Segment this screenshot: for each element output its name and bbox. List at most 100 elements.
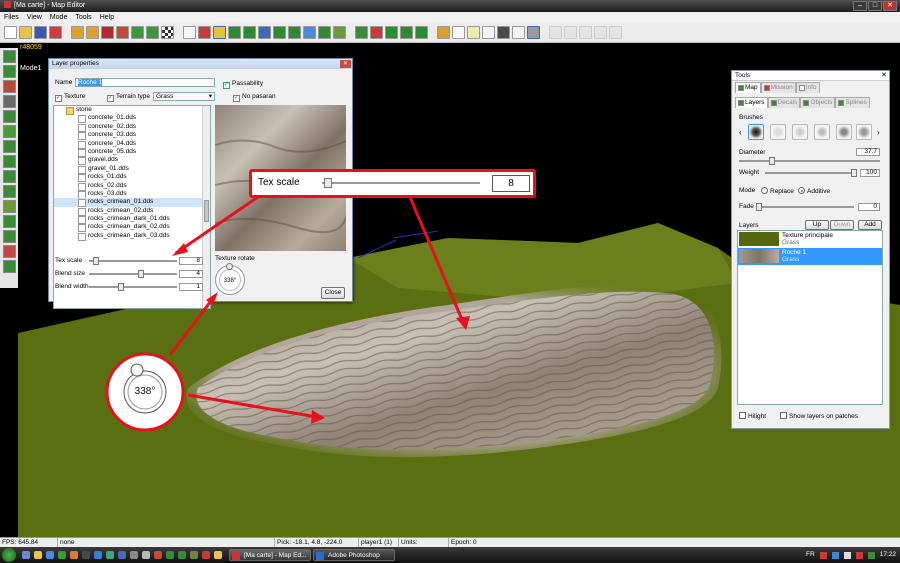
hilight-checkbox[interactable]: Hilight — [739, 412, 766, 420]
weight-value[interactable]: 100 — [860, 169, 880, 177]
grass-tool-icon[interactable] — [2, 125, 16, 138]
language-indicator[interactable]: FR — [806, 547, 815, 563]
flag-icon[interactable] — [819, 551, 827, 559]
explorer-icon[interactable] — [34, 551, 42, 559]
fence-tool-icon[interactable] — [333, 26, 346, 39]
tree-item[interactable]: concrete_05.dds — [54, 148, 210, 158]
building-tool-icon[interactable] — [273, 26, 286, 39]
bridge-tool-icon[interactable] — [318, 26, 331, 39]
app-6-icon[interactable] — [166, 551, 174, 559]
menu-files[interactable]: Files — [4, 12, 19, 23]
tree-tool-icon[interactable] — [228, 26, 241, 39]
fade-slider[interactable] — [756, 203, 854, 211]
add-layer-button[interactable]: Add — [858, 220, 882, 230]
tex-scale-slider-thumb[interactable] — [93, 257, 100, 265]
mail-icon[interactable] — [46, 551, 54, 559]
flatten-tool-icon[interactable] — [2, 155, 16, 168]
fade-slider-thumb[interactable] — [756, 203, 762, 211]
tree-item[interactable]: rocks_crimean_dark_02.dds — [54, 223, 210, 233]
layer-row-roche-1[interactable]: Roche 1 Grass — [738, 248, 882, 265]
security-icon[interactable] — [855, 551, 863, 559]
tex-scale-slider[interactable] — [89, 257, 177, 265]
bug-icon[interactable] — [497, 26, 510, 39]
app-1-icon[interactable] — [106, 551, 114, 559]
menu-tools[interactable]: Tools — [75, 12, 91, 23]
diameter-slider[interactable] — [739, 157, 880, 165]
brush-noise-icon[interactable] — [814, 124, 830, 140]
firefox-icon[interactable] — [70, 551, 78, 559]
noise-tool-icon[interactable] — [2, 170, 16, 183]
blend-width-slider[interactable] — [89, 283, 177, 291]
chat-icon[interactable] — [82, 551, 90, 559]
export-icon[interactable] — [437, 26, 450, 39]
water-tool-icon[interactable] — [258, 26, 271, 39]
close-button[interactable]: Close — [321, 287, 345, 299]
grid-view-icon[interactable] — [2, 110, 16, 123]
weight-slider[interactable] — [739, 169, 857, 177]
terrain-tool-icon[interactable] — [131, 26, 144, 39]
trigger-tool-icon[interactable] — [370, 26, 383, 39]
app-5-icon[interactable] — [154, 551, 162, 559]
ramp-tool-icon[interactable] — [2, 215, 16, 228]
blend-width-value[interactable]: 1 — [179, 283, 203, 291]
delete-icon[interactable] — [49, 26, 62, 39]
terrain-type-select[interactable]: Grass ▾ — [153, 92, 215, 101]
tools-close-icon[interactable]: ✕ — [881, 71, 887, 81]
new-file-icon[interactable] — [4, 26, 17, 39]
app-7-icon[interactable] — [178, 551, 186, 559]
layers-list[interactable]: Texture principale Grass Roche 1 Grass — [737, 230, 883, 405]
layer-row-texture-principale[interactable]: Texture principale Grass — [738, 231, 882, 248]
checker-tool-icon[interactable] — [161, 26, 174, 39]
app-10-icon[interactable] — [214, 551, 222, 559]
tree-item[interactable]: rocks_03.dds — [54, 190, 210, 200]
smooth-tool-icon[interactable] — [2, 140, 16, 153]
forest-tool-icon[interactable] — [288, 26, 301, 39]
app-2-icon[interactable] — [118, 551, 126, 559]
subtab-layers[interactable]: Layers — [735, 97, 768, 108]
road-tool-icon[interactable] — [243, 26, 256, 39]
plant-tool-icon[interactable] — [2, 230, 16, 243]
tree-item[interactable]: concrete_01.dds — [54, 114, 210, 124]
texture-rotate-dial[interactable]: 338° — [215, 263, 245, 295]
erosion-tool-icon[interactable] — [2, 185, 16, 198]
blend-size-value[interactable]: 4 — [179, 270, 203, 278]
show-layers-checkbox[interactable]: Show layers on patches — [780, 412, 858, 420]
texture-checkbox[interactable]: ✓ Texture — [55, 93, 85, 102]
brush-rock-icon[interactable] — [856, 124, 872, 140]
tree-item[interactable]: gravel_01.dds — [54, 165, 210, 175]
rotate-handle[interactable] — [226, 263, 233, 270]
brush-soft-round-icon[interactable] — [748, 124, 764, 140]
note-icon[interactable] — [467, 26, 480, 39]
path-tool-icon[interactable] — [415, 26, 428, 39]
layer-tool-icon[interactable] — [2, 50, 16, 63]
close-window-button[interactable]: ✕ — [883, 1, 897, 11]
start-button[interactable] — [2, 548, 16, 562]
media-icon[interactable] — [58, 551, 66, 559]
brush-hard-icon[interactable] — [770, 124, 786, 140]
app-4-icon[interactable] — [142, 551, 150, 559]
volume-icon[interactable] — [843, 551, 851, 559]
brush-next-icon[interactable]: › — [877, 128, 880, 137]
app-9-icon[interactable] — [202, 551, 210, 559]
undo-icon[interactable] — [71, 26, 84, 39]
subtab-decals[interactable]: Decals — [767, 97, 801, 108]
app-3-icon[interactable] — [130, 551, 138, 559]
tree-item[interactable]: rocks_crimean_02.dds — [54, 207, 210, 217]
open-folder-icon[interactable] — [19, 26, 32, 39]
minimize-button[interactable]: – — [853, 1, 867, 11]
pick-tool-icon[interactable] — [101, 26, 114, 39]
task-photoshop[interactable]: Adobe Photoshop — [313, 549, 395, 561]
heart-icon[interactable] — [198, 26, 211, 39]
blend-size-slider-thumb[interactable] — [138, 270, 145, 278]
tab-info[interactable]: Info — [795, 82, 820, 93]
redo-icon[interactable] — [86, 26, 99, 39]
diameter-value[interactable]: 37.7 — [856, 148, 880, 156]
menu-help[interactable]: Help — [100, 12, 114, 23]
tree-item[interactable]: concrete_04.dds — [54, 140, 210, 150]
tree-item[interactable]: concrete_03.dds — [54, 131, 210, 141]
grid-tool-icon[interactable] — [146, 26, 159, 39]
blend-size-slider[interactable] — [89, 270, 177, 278]
tree-item[interactable]: concrete_02.dds — [54, 123, 210, 133]
no-pasaran-checkbox[interactable]: ✓ No pasaran — [233, 93, 276, 102]
paint-tool-icon[interactable] — [116, 26, 129, 39]
